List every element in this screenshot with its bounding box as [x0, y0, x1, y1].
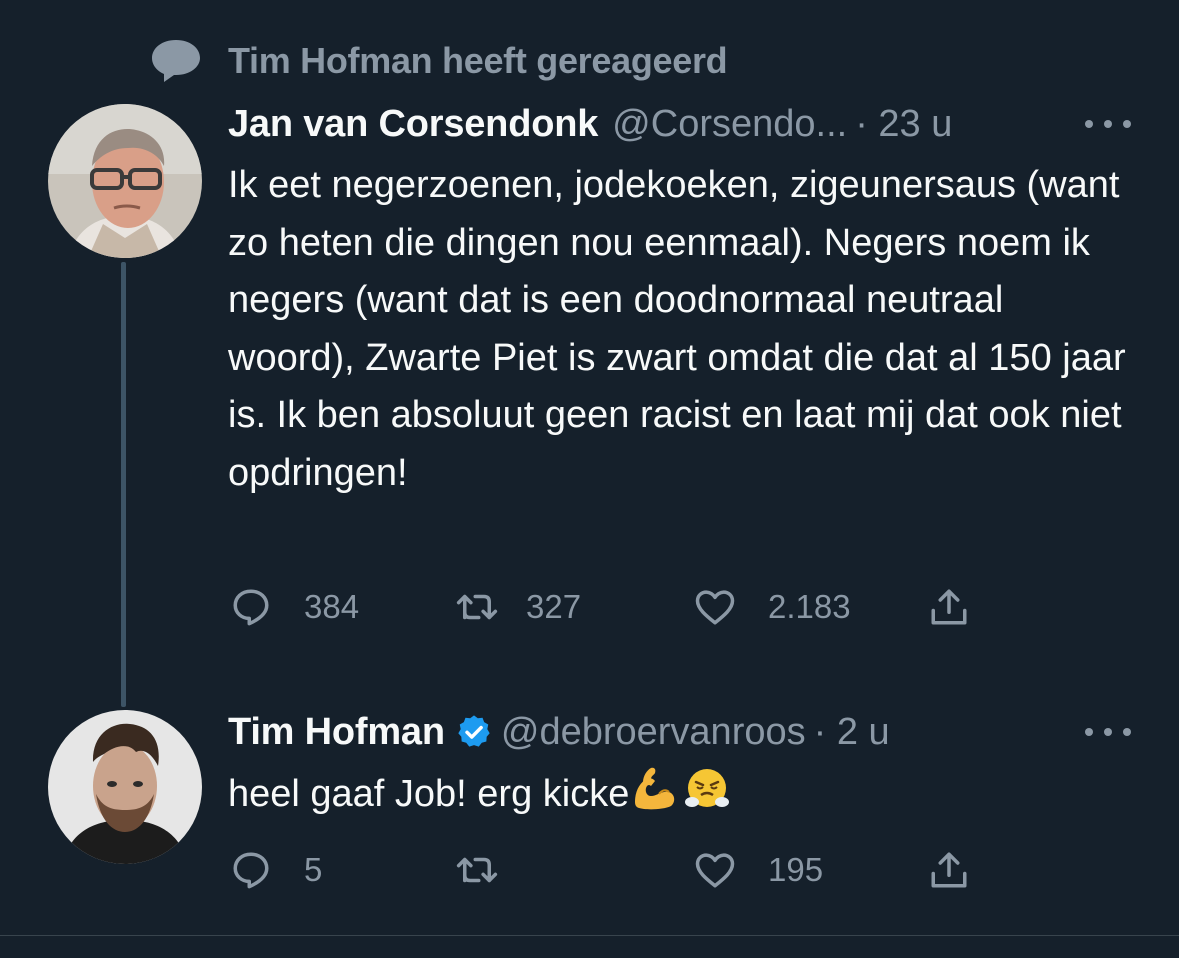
- tweet-text-row: heel gaaf Job! erg kicke: [228, 762, 1138, 824]
- tweet-time[interactable]: · 2 u: [814, 711, 890, 754]
- reply-button[interactable]: 384: [230, 582, 359, 632]
- share-button[interactable]: [928, 582, 970, 632]
- retweet-button[interactable]: 327: [456, 582, 581, 632]
- avatar-tim[interactable]: [48, 710, 202, 864]
- flexed-biceps-emoji: [635, 767, 675, 810]
- reply-count: 384: [304, 588, 360, 625]
- more-options-icon[interactable]: [1085, 116, 1131, 132]
- avatar-photo-jan: [48, 104, 202, 258]
- author-name[interactable]: Jan van Corsendonk: [228, 103, 598, 146]
- like-count: 195: [768, 851, 824, 888]
- author-name[interactable]: Tim Hofman: [228, 711, 445, 754]
- share-button[interactable]: [928, 845, 970, 895]
- heart-icon: [695, 853, 735, 888]
- retweet-button[interactable]: [456, 845, 526, 895]
- reply-count: 5: [304, 851, 323, 888]
- verified-badge-icon: [458, 715, 490, 747]
- avatar-photo-tim: [48, 710, 202, 864]
- thread-line: [121, 262, 126, 707]
- retweet-count: 327: [526, 588, 582, 625]
- social-context-text: Tim Hofman heeft gereageerd: [228, 40, 728, 81]
- social-context[interactable]: Tim Hofman heeft gereageerd: [150, 36, 728, 86]
- tweet-2-actions: 5 195: [228, 845, 988, 895]
- avatar-jan[interactable]: [48, 104, 202, 258]
- like-button[interactable]: 2.183: [694, 582, 851, 632]
- share-icon: [931, 589, 967, 625]
- author-handle[interactable]: @Corsendo...: [612, 103, 847, 146]
- reply-bubble-icon: [152, 40, 200, 82]
- tweet-2-header: Tim Hofman @debroervanroos · 2 u: [228, 707, 890, 757]
- share-icon: [931, 852, 967, 888]
- heart-icon: [695, 590, 735, 625]
- face-with-steam-emoji: [685, 769, 730, 807]
- tweet-text: heel gaaf Job! erg kicke: [228, 773, 630, 815]
- tweet-text: Ik eet negerzoenen, jodekoeken, zigeuner…: [228, 164, 1126, 494]
- tweet-1-header: Jan van Corsendonk @Corsendo... · 23 u: [228, 99, 952, 149]
- reply-icon: [233, 852, 269, 889]
- retweet-icon: [456, 857, 498, 883]
- reply-icon: [233, 589, 269, 626]
- more-options-icon[interactable]: [1085, 724, 1131, 740]
- reply-button[interactable]: 5: [230, 845, 322, 895]
- tweet-1-actions: 384 327 2.183: [228, 582, 988, 632]
- divider: [0, 935, 1179, 936]
- like-button[interactable]: 195: [694, 845, 823, 895]
- author-handle[interactable]: @debroervanroos: [501, 711, 806, 754]
- like-count: 2.183: [768, 588, 851, 625]
- tweet-time[interactable]: · 23 u: [855, 103, 952, 146]
- retweet-icon: [456, 594, 498, 620]
